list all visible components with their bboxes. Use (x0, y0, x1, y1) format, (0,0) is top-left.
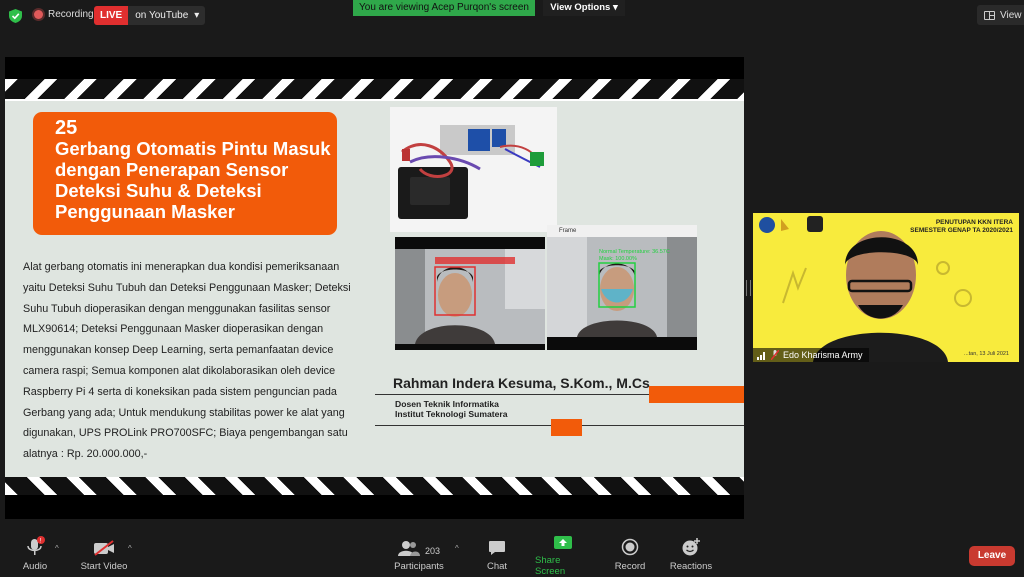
camera-feed-no-mask (395, 237, 545, 350)
top-bar: Recording LIVE on YouTube ▾ You are view… (0, 0, 1024, 32)
live-target-label: on YouTube (135, 10, 189, 21)
live-target: on YouTube ▾ (128, 6, 205, 25)
presenter-position-1: Dosen Teknik Informatika (395, 399, 499, 409)
audio-button[interactable]: ! Audio (20, 534, 50, 576)
participant-name-tag: Edo Kharisma Army (753, 348, 869, 362)
recording-label: Recording (48, 9, 94, 20)
screen-share-banner: You are viewing Acep Purqon's screen (353, 0, 535, 16)
microphone-icon: ! (27, 536, 45, 555)
audio-label: Audio (22, 561, 48, 572)
slide-stripe-top (5, 57, 744, 101)
record-icon (621, 538, 639, 556)
mask-label: Mask: 100.00% (599, 256, 637, 262)
share-screen-button[interactable]: Share Screen (535, 534, 591, 577)
chevron-down-icon: ▾ (612, 2, 618, 13)
reactions-button[interactable]: Reactions (668, 534, 714, 576)
camera-feed-mask: Frame Normal Temperature: 36.57C Mask: 1… (547, 225, 697, 350)
recording-indicator[interactable]: Recording (34, 9, 94, 20)
presenter-position-2: Institut Teknologi Sumatera (395, 409, 508, 419)
live-badge: LIVE (94, 6, 129, 25)
share-screen-icon (554, 536, 572, 549)
record-button[interactable]: Record (612, 534, 648, 576)
video-options-chevron-icon[interactable]: ^ (128, 544, 132, 553)
accent-bar-small (551, 419, 582, 436)
grid-view-icon (984, 10, 995, 20)
participants-button[interactable]: 203 Participants (393, 534, 445, 576)
presenter-name: Rahman Indera Kesuma, S.Kom., M.Cs (393, 375, 650, 391)
frame-window-title: Frame (547, 225, 697, 237)
view-options-label: View Options (550, 2, 611, 13)
chat-label: Chat (486, 561, 508, 572)
audio-options-chevron-icon[interactable]: ^ (55, 544, 59, 553)
view-label: View (1000, 9, 1022, 21)
splitter-handle[interactable] (746, 280, 751, 296)
shield-check-icon[interactable] (9, 9, 22, 23)
emoji-plus-icon (682, 538, 700, 556)
record-label: Record (614, 561, 646, 572)
mic-muted-icon (771, 350, 779, 360)
share-screen-label: Share Screen (535, 555, 566, 577)
participants-count: 203 (424, 546, 441, 556)
shared-screen-slide: 25 Gerbang Otomatis Pintu Masuk dengan P… (5, 57, 744, 519)
tile-title: PENUTUPAN KKN ITERA SEMESTER GENAP TA 20… (910, 219, 1013, 234)
meeting-toolbar: ! Audio ^ Start Video ^ 203 Participants… (0, 534, 1024, 577)
tile-date: ...tan, 13 Juli 2021 (964, 351, 1009, 357)
slide-stripe-bottom (5, 477, 744, 519)
participants-options-chevron-icon[interactable]: ^ (455, 544, 459, 553)
view-options-button[interactable]: View Options ▾ (543, 0, 625, 16)
leave-button[interactable]: Leave (969, 546, 1015, 566)
signal-bars-icon (757, 351, 765, 360)
slide-title-box: 25 Gerbang Otomatis Pintu Masuk dengan P… (33, 112, 337, 235)
video-camera-off-icon (94, 540, 114, 556)
participant-video (759, 216, 972, 362)
chat-icon (489, 541, 505, 555)
record-dot-icon (34, 10, 43, 19)
participants-label: Participants (394, 561, 444, 572)
circuit-board-image (398, 125, 544, 219)
participant-video-tile[interactable]: PENUTUPAN KKN ITERA SEMESTER GENAP TA 20… (753, 213, 1019, 362)
view-button[interactable]: View (977, 5, 1024, 25)
slide-description: Alat gerbang otomatis ini menerapkan dua… (23, 261, 351, 461)
chat-button[interactable]: Chat (481, 534, 513, 576)
start-video-button[interactable]: Start Video (78, 534, 130, 576)
start-video-label: Start Video (80, 561, 128, 572)
accent-bar (649, 386, 744, 403)
participant-name: Edo Kharisma Army (783, 350, 863, 360)
temperature-label: Normal Temperature: 36.57C (599, 249, 670, 255)
participants-icon (397, 541, 420, 556)
prototype-photo (390, 107, 557, 232)
chevron-down-icon: ▾ (194, 10, 200, 21)
reactions-label: Reactions (669, 561, 713, 572)
slide-title: Gerbang Otomatis Pintu Masuk dengan Pene… (55, 138, 331, 222)
slide-number: 25 (55, 117, 78, 139)
live-streaming-button[interactable]: LIVE on YouTube ▾ (94, 6, 206, 25)
